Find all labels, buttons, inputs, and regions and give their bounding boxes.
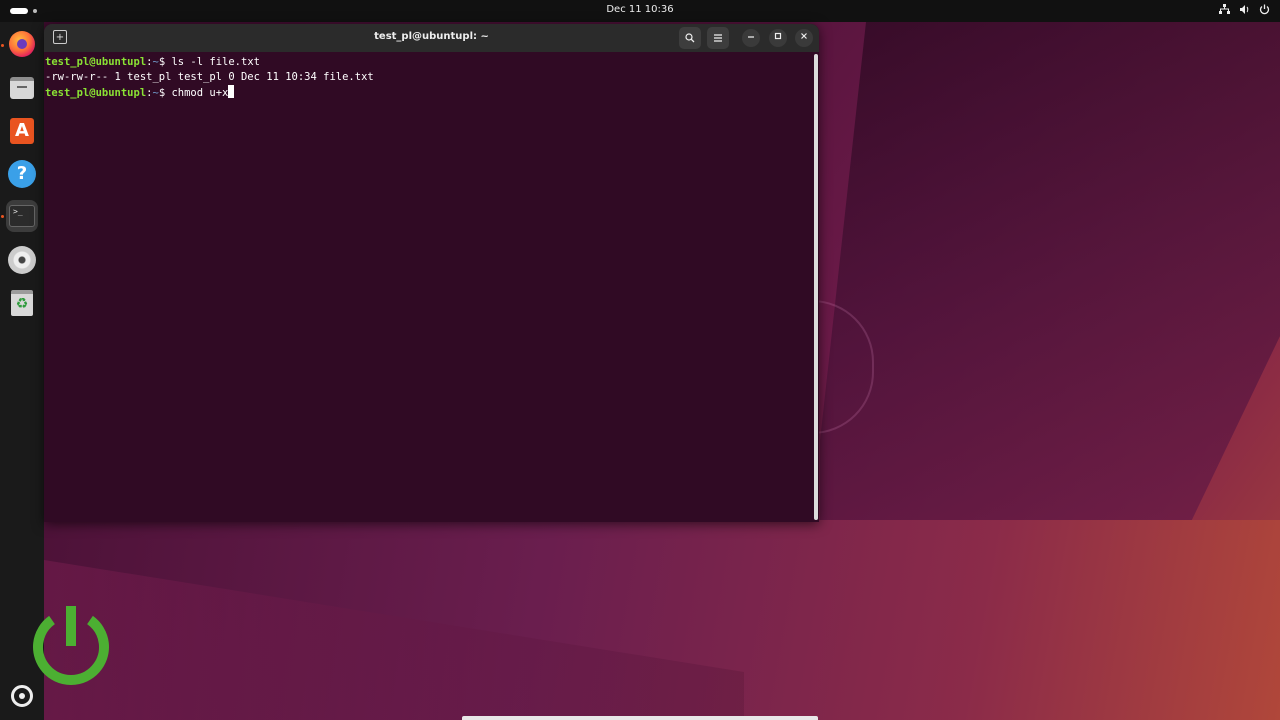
terminal-window[interactable]: + test_pl@ubuntupl: ~ test_pl@ubuntupl:~… (44, 24, 819, 522)
terminal-line: test_pl@ubuntupl:~$ ls -l file.txt (45, 55, 810, 70)
terminal-line: -rw-rw-r-- 1 test_pl test_pl 0 Dec 11 10… (45, 70, 810, 85)
scrollbar[interactable] (814, 54, 818, 520)
dock-item-app-center[interactable]: A (6, 115, 38, 147)
dock-item-terminal[interactable]: >_ (6, 200, 38, 232)
text-cursor (228, 85, 235, 98)
dock-item-help[interactable]: ? (6, 158, 38, 190)
network-icon[interactable] (1219, 4, 1230, 19)
search-icon (685, 33, 695, 43)
minimize-icon (748, 36, 754, 38)
power-icon[interactable] (1259, 4, 1270, 19)
disc-icon (8, 246, 36, 274)
command-input[interactable]: chmod u+x (165, 87, 228, 99)
search-button[interactable] (679, 27, 701, 49)
command-text: ls -l file.txt (165, 56, 260, 68)
ubuntu-logo-icon[interactable] (11, 685, 33, 707)
prompt-user-host: test_pl@ubuntupl (45, 87, 147, 99)
close-button[interactable] (795, 29, 813, 47)
trash-icon: ♻ (11, 290, 33, 316)
dock-item-files[interactable] (6, 72, 38, 104)
terminal-line: test_pl@ubuntupl:~$ chmod u+x (45, 85, 810, 100)
running-indicator (1, 44, 4, 47)
hamburger-icon (714, 34, 722, 42)
window-title: test_pl@ubuntupl: ~ (374, 31, 489, 42)
help-icon: ? (8, 160, 36, 188)
folder-icon (10, 77, 34, 99)
running-indicator (1, 215, 4, 218)
prompt-user-host: test_pl@ubuntupl (45, 56, 147, 68)
dock-item-disc[interactable] (6, 244, 38, 276)
minimize-button[interactable] (742, 29, 760, 47)
window-edge (462, 716, 818, 720)
maximize-button[interactable] (769, 29, 787, 47)
terminal-icon: >_ (9, 205, 35, 227)
terminal-output[interactable]: test_pl@ubuntupl:~$ ls -l file.txt -rw-r… (45, 55, 810, 520)
title-bar[interactable]: + test_pl@ubuntupl: ~ (44, 24, 819, 52)
command-output: -rw-rw-r-- 1 test_pl test_pl 0 Dec 11 10… (45, 71, 374, 83)
top-bar: Dec 11 10:36 (0, 0, 1280, 22)
firefox-icon (9, 31, 35, 57)
close-icon (801, 33, 807, 39)
menu-button[interactable] (707, 27, 729, 49)
app-center-icon: A (10, 118, 34, 144)
dock-item-firefox[interactable] (6, 28, 38, 60)
maximize-icon (774, 32, 782, 40)
power-logo-icon (33, 606, 109, 685)
dock-item-trash[interactable]: ♻ (6, 287, 38, 319)
system-tray[interactable] (1219, 4, 1270, 19)
volume-icon[interactable] (1239, 4, 1250, 19)
clock[interactable]: Dec 11 10:36 (0, 4, 1280, 15)
